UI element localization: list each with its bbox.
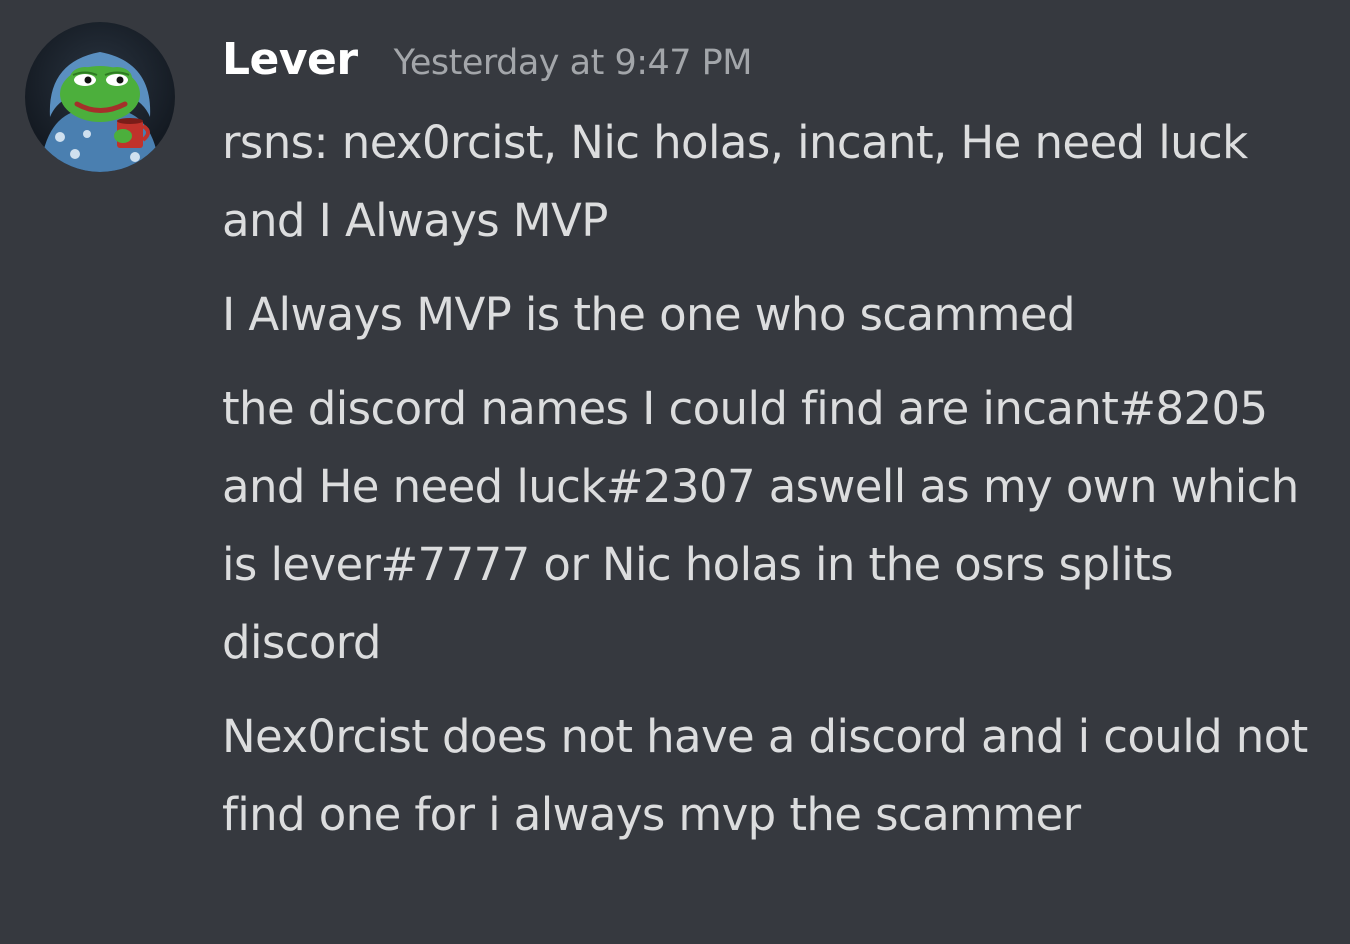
message-text: I Always MVP is the one who scammed — [222, 288, 1076, 341]
user-avatar[interactable] — [25, 22, 175, 172]
message-text: Nex0rcist does not have a discord and i … — [222, 710, 1308, 841]
message-text: the discord names I could find are incan… — [222, 382, 1299, 669]
message-timestamp: Yesterday at 9:47 PM — [393, 43, 753, 83]
pepe-frog-avatar-icon — [40, 52, 160, 172]
username[interactable]: Lever — [222, 34, 358, 85]
message-list: rsns: nex0rcist, Nic holas, incant, He n… — [222, 104, 1342, 870]
message-text: rsns: nex0rcist, Nic holas, incant, He n… — [222, 116, 1248, 247]
message-header: Lever Yesterday at 9:47 PM — [222, 34, 752, 98]
chat-message-group: Lever Yesterday at 9:47 PM rsns: nex0rci… — [0, 0, 1350, 944]
